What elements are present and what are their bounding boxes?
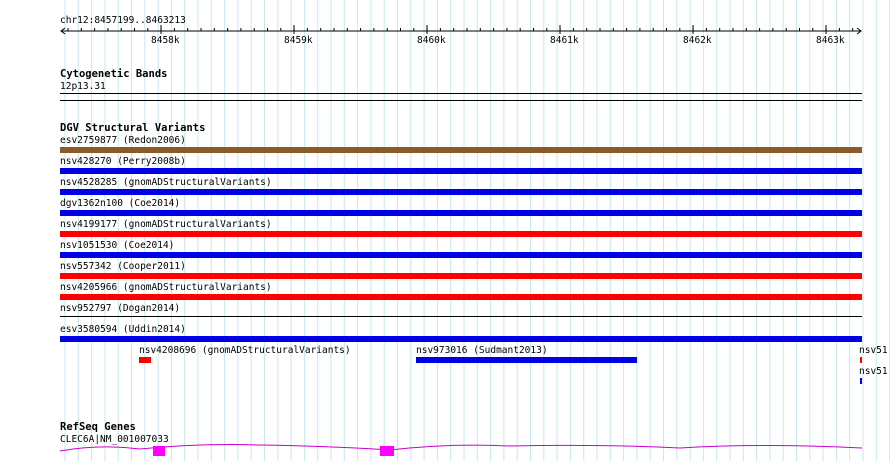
variant-label[interactable]: nsv4528285 (gnomADStructuralVariants): [60, 177, 272, 188]
variant-bar[interactable]: [60, 294, 862, 300]
variant-bar[interactable]: [860, 378, 862, 384]
variant-bar[interactable]: [60, 252, 862, 258]
ruler-tick-label: 8463k: [816, 35, 845, 46]
cytoband-bottom-edge: [60, 100, 862, 101]
variant-bar[interactable]: [60, 336, 862, 342]
variant-label[interactable]: nsv51: [859, 345, 888, 356]
variant-bar[interactable]: [860, 357, 862, 363]
ruler-tick-label: 8458k: [151, 35, 180, 46]
variant-bar[interactable]: [60, 168, 862, 174]
cytoband-label: 12p13.31: [60, 81, 106, 92]
variant-label[interactable]: nsv428270 (Perry2008b): [60, 156, 186, 167]
variant-label[interactable]: nsv557342 (Cooper2011): [60, 261, 186, 272]
variant-bar[interactable]: [60, 189, 862, 195]
variant-label[interactable]: esv3580594 (Uddin2014): [60, 324, 186, 335]
variant-bar[interactable]: [60, 231, 862, 237]
variant-bar[interactable]: [60, 273, 862, 279]
gene-exon: [380, 446, 394, 456]
variant-label[interactable]: dgv1362n100 (Coe2014): [60, 198, 180, 209]
variant-label[interactable]: nsv4208696 (gnomADStructuralVariants): [139, 345, 351, 356]
variant-bar[interactable]: [416, 357, 637, 363]
variant-bar[interactable]: [139, 357, 151, 363]
gene-intron-line: [59, 444, 863, 452]
variant-bar[interactable]: [60, 147, 862, 153]
ruler-tick-label: 8461k: [550, 35, 579, 46]
variant-label[interactable]: nsv51: [859, 366, 888, 377]
variant-label[interactable]: nsv952797 (Dogan2014): [60, 303, 180, 314]
ruler-tick-label: 8459k: [284, 35, 313, 46]
variant-label[interactable]: nsv973016 (Sudmant2013): [416, 345, 548, 356]
gene-model[interactable]: [0, 440, 890, 461]
gene-exon: [153, 446, 165, 456]
dgv-track-title: DGV Structural Variants: [60, 122, 206, 134]
variant-bar[interactable]: [60, 210, 862, 216]
variant-label[interactable]: nsv4199177 (gnomADStructuralVariants): [60, 219, 272, 230]
ruler-tick-label: 8460k: [417, 35, 446, 46]
variant-bar[interactable]: [60, 316, 862, 317]
variant-label[interactable]: esv2759877 (Redon2006): [60, 135, 186, 146]
ruler-tick-label: 8462k: [683, 35, 712, 46]
variant-label[interactable]: nsv4205966 (gnomADStructuralVariants): [60, 282, 272, 293]
cytoband-track-title: Cytogenetic Bands: [60, 68, 168, 80]
variant-label[interactable]: nsv1051530 (Coe2014): [60, 240, 174, 251]
cytoband-top-edge: [60, 93, 862, 94]
refseq-track-title: RefSeq Genes: [60, 421, 136, 433]
